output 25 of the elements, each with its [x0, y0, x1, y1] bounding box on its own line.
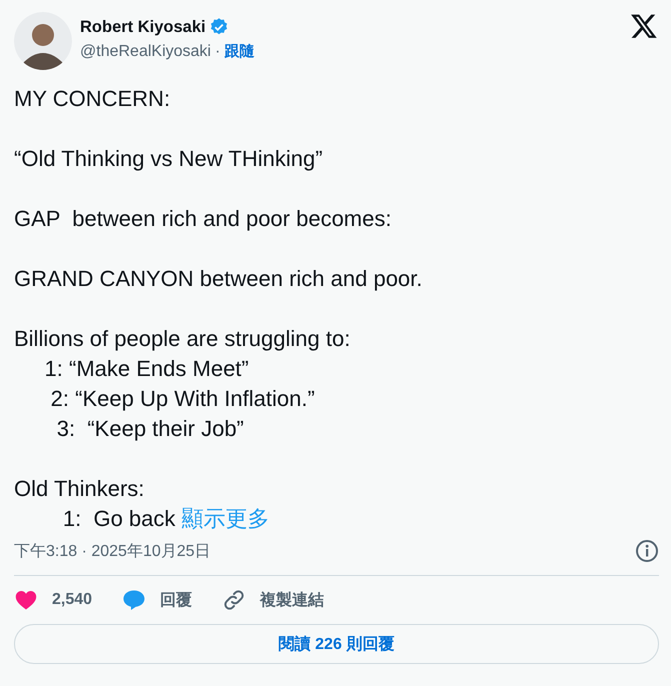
tweet-text: 2: “Keep Up With Inflation.”	[50, 385, 316, 413]
speech-bubble-icon	[122, 588, 146, 612]
separator: ·	[214, 42, 220, 60]
avatar[interactable]	[14, 12, 72, 70]
info-icon[interactable]	[635, 539, 659, 563]
heart-icon	[14, 588, 38, 612]
read-replies-button[interactable]: 閱讀 226 則回覆	[14, 624, 659, 664]
tweet-text: Old Thinkers:	[14, 475, 146, 503]
reply-button[interactable]: 回覆	[122, 588, 192, 612]
tweet-text: GRAND CANYON between rich and poor.	[14, 265, 424, 293]
timestamp-link[interactable]: 下午3:18 · 2025年10月25日	[14, 540, 211, 562]
copy-button[interactable]: 複製連結	[222, 588, 324, 612]
link-icon	[222, 588, 246, 612]
tweet-text: 1: “Make Ends Meet”	[44, 355, 250, 383]
tweet-text: 3: “Keep their Job”	[56, 415, 245, 443]
follow-link[interactable]: 跟隨	[224, 42, 254, 61]
like-button[interactable]: 2,540	[14, 588, 92, 612]
tweet-text: “Old Thinking vs New THinking”	[14, 145, 324, 173]
tweet-text: MY CONCERN:	[14, 85, 172, 113]
tweet-text: GAP between rich and poor becomes:	[14, 205, 392, 233]
tweet-text: Billions of people are struggling to:	[14, 325, 352, 353]
author-name[interactable]: Robert Kiyosaki	[80, 18, 206, 36]
x-logo-icon[interactable]	[629, 12, 659, 40]
author-handle[interactable]: @theRealKiyosaki	[80, 42, 211, 60]
tweet-text: 1: Go back	[62, 506, 176, 531]
